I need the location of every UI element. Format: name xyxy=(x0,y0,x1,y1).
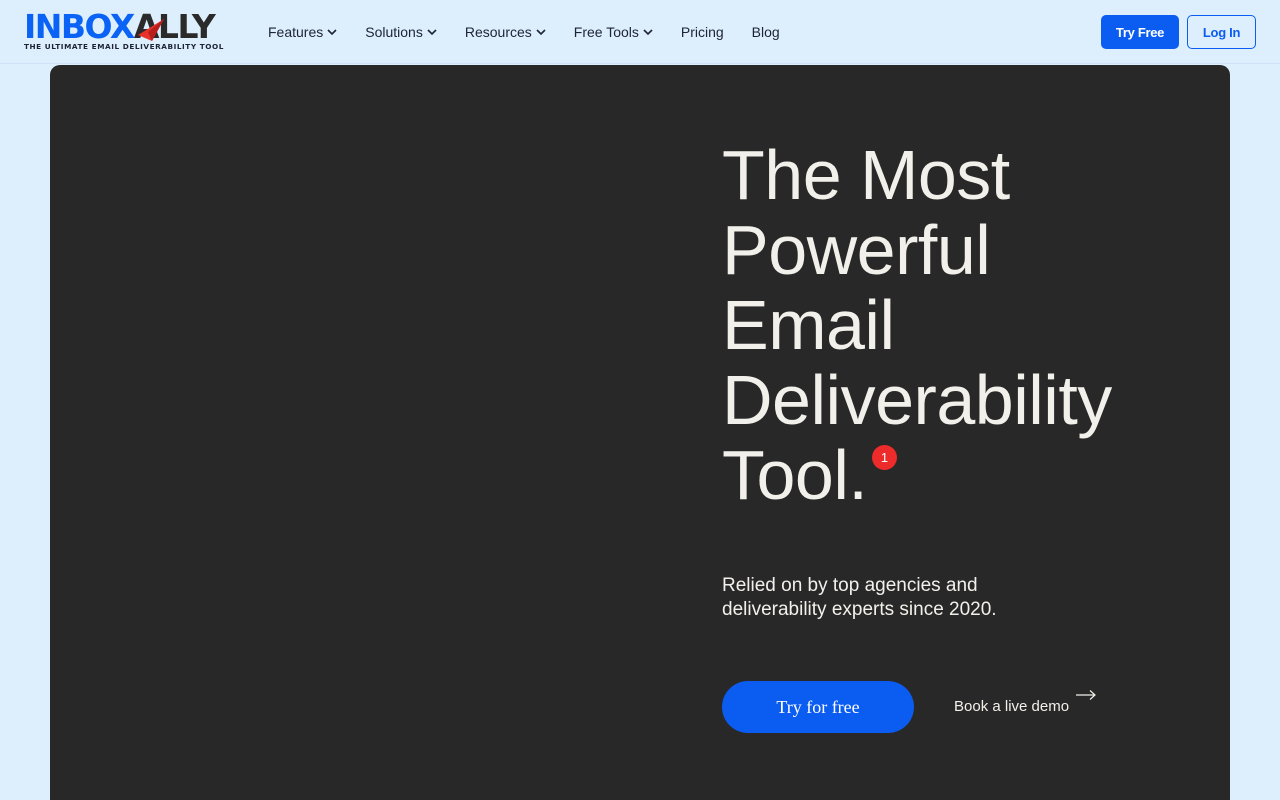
hero-title-line: Email xyxy=(722,286,895,364)
hero-title-line: The Most xyxy=(722,136,1010,214)
arrow-right-icon xyxy=(1076,690,1096,700)
inboxally-logo[interactable]: INBOXALLY THE ULTIMATE EMAIL DELIVERABIL… xyxy=(24,10,226,54)
chevron-down-icon xyxy=(327,29,337,36)
hero-subtitle: Relied on by top agencies and deliverabi… xyxy=(722,575,997,620)
chevron-down-icon xyxy=(427,29,437,36)
nav-item-label: Free Tools xyxy=(573,24,639,40)
chevron-down-icon xyxy=(536,29,546,36)
nav-item-label: Features xyxy=(268,24,324,40)
login-button[interactable]: Log In xyxy=(1187,15,1256,49)
paper-plane-icon xyxy=(138,19,164,41)
book-demo-label: Book a live demo xyxy=(954,697,1070,715)
nav-item-solutions[interactable]: Solutions xyxy=(365,24,437,40)
logo-wordmark: INBOXALLY xyxy=(24,7,216,46)
nav-item-label: Solutions xyxy=(365,24,423,40)
nav-item-resources[interactable]: Resources xyxy=(465,24,546,40)
main-nav: Features Solutions Resources Free Tools … xyxy=(268,22,808,42)
hero-title-line: Tool. xyxy=(722,436,868,514)
book-demo-link[interactable]: Book a live demo xyxy=(954,690,1097,718)
nav-item-blog[interactable]: Blog xyxy=(752,24,780,40)
try-for-free-button[interactable]: Try for free xyxy=(722,681,914,733)
nav-item-pricing[interactable]: Pricing xyxy=(681,24,724,40)
try-free-button[interactable]: Try Free xyxy=(1101,15,1179,49)
nav-item-label: Pricing xyxy=(680,24,724,40)
nav-item-free-tools[interactable]: Free Tools xyxy=(574,24,653,40)
nav-item-features[interactable]: Features xyxy=(268,24,337,40)
nav-item-label: Blog xyxy=(751,24,780,40)
notification-badge[interactable]: 1 xyxy=(872,445,897,470)
site-header: INBOXALLY THE ULTIMATE EMAIL DELIVERABIL… xyxy=(0,0,1280,64)
nav-item-label: Resources xyxy=(464,24,532,40)
chevron-down-icon xyxy=(643,29,653,36)
logo-word-inbox: INBOX xyxy=(24,7,135,46)
hero-title-line: Powerful xyxy=(722,211,991,289)
hero-title-line: Deliverability xyxy=(722,361,1112,439)
hero-title: The Most Powerful Email Deliverability T… xyxy=(722,138,1202,513)
logo-tagline: THE ULTIMATE EMAIL DELIVERABILITY TOOL xyxy=(24,42,224,51)
